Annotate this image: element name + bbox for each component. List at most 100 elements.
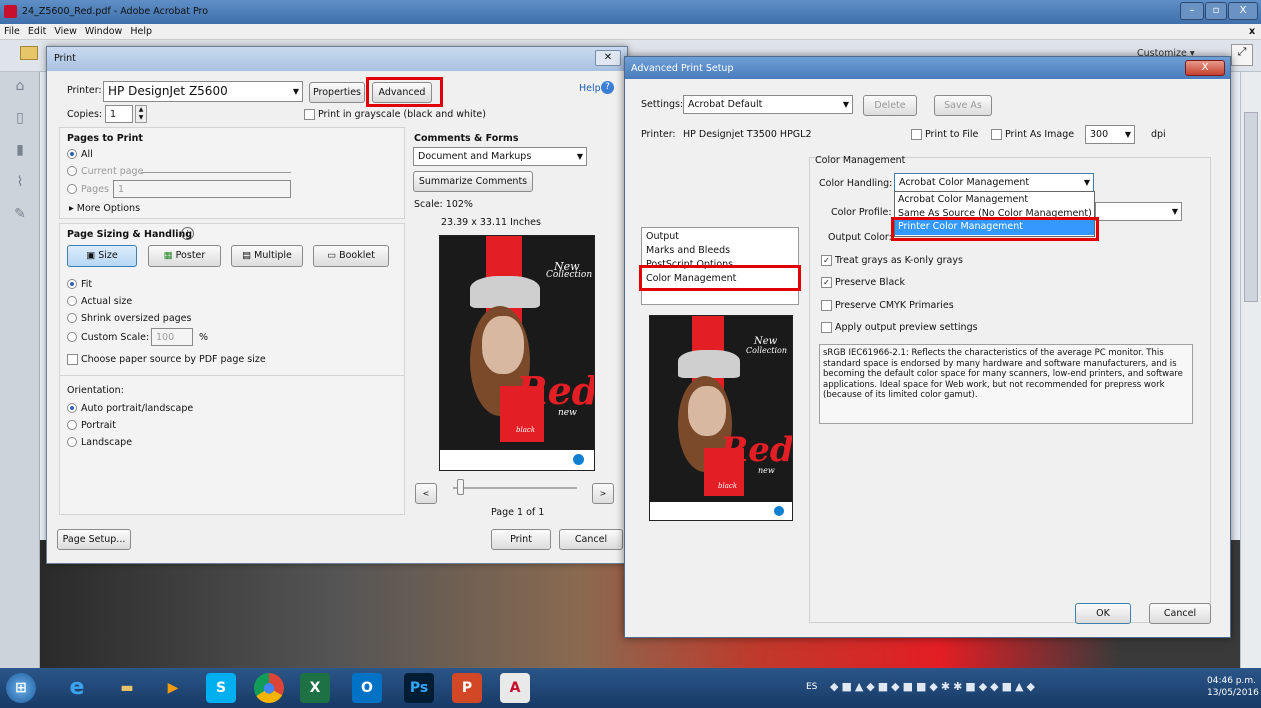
advanced-close-button[interactable]: X	[1185, 60, 1225, 76]
poster-new2-text: new	[558, 408, 577, 418]
clock-date[interactable]: 13/05/2016	[1207, 688, 1259, 698]
booklet-icon: ▭	[327, 250, 340, 261]
page-size-label: 23.39 x 33.11 Inches	[441, 217, 541, 228]
expand-icon[interactable]: ⤢	[1231, 44, 1253, 66]
poster-footer	[440, 450, 594, 470]
language-indicator[interactable]: ES	[806, 682, 817, 692]
printer-select[interactable]: HP DesignJet Z5600 ▼	[103, 81, 303, 102]
scroll-thumb[interactable]	[1244, 112, 1258, 302]
settings-select[interactable]: Acrobat Default ▼	[683, 95, 853, 114]
current-page-radio[interactable]	[67, 166, 77, 176]
print-close-button[interactable]: ✕	[595, 50, 621, 66]
save-as-button[interactable]: Save As	[934, 95, 992, 116]
minimize-button[interactable]: –	[1180, 2, 1204, 20]
chrome-icon[interactable]: ●	[254, 673, 284, 703]
nav-output[interactable]: Output	[646, 231, 679, 242]
grayscale-checkbox[interactable]	[304, 109, 315, 120]
multiple-button[interactable]: ▤ Multiple	[231, 245, 303, 267]
page-sizing-title: Page Sizing & Handling	[67, 229, 193, 240]
prev-page-button[interactable]: <	[415, 483, 437, 504]
custom-scale-field[interactable]: 100	[151, 328, 193, 346]
shrink-radio[interactable]	[67, 313, 77, 323]
maximize-button[interactable]: ▫	[1205, 2, 1227, 20]
output-color-label: Output Color:	[828, 232, 892, 243]
attachment-icon[interactable]: ⌇	[12, 174, 28, 190]
doc-close-button[interactable]: x	[1245, 24, 1259, 39]
dropdown-option-acrobat[interactable]: Acrobat Color Management	[898, 194, 1028, 205]
pages-field[interactable]: 1	[113, 180, 291, 198]
chevron-down-icon: ▼	[292, 87, 299, 96]
help-icon[interactable]: ?	[601, 81, 614, 94]
bookmark-icon[interactable]: ▮	[12, 142, 28, 158]
properties-button[interactable]: Properties	[309, 82, 365, 103]
more-options-toggle[interactable]: ▸ More Options	[69, 203, 140, 214]
excel-icon[interactable]: X	[300, 673, 330, 703]
ok-button[interactable]: OK	[1075, 603, 1131, 624]
actual-size-radio[interactable]	[67, 296, 77, 306]
color-handling-select[interactable]: Acrobat Color Management ▼	[894, 173, 1094, 192]
home-icon[interactable]: ⌂	[12, 78, 28, 94]
dpi-select[interactable]: 300 ▼	[1085, 125, 1135, 144]
explorer-icon[interactable]: ▬	[112, 673, 142, 703]
size-button[interactable]: ▣ Size	[67, 245, 137, 267]
close-button[interactable]: X	[1228, 2, 1258, 20]
all-radio[interactable]	[67, 149, 77, 159]
settings-label: Settings:	[641, 99, 684, 110]
print-button[interactable]: Print	[491, 529, 551, 550]
poster-button[interactable]: ▦ Poster	[148, 245, 221, 267]
powerpoint-icon[interactable]: P	[452, 673, 482, 703]
summarize-comments-button[interactable]: Summarize Comments	[413, 171, 533, 192]
pages-value: 1	[118, 184, 125, 195]
page-setup-button[interactable]: Page Setup...	[57, 529, 131, 550]
clock-time[interactable]: 04:46 p.m.	[1207, 676, 1256, 686]
info-icon[interactable]: i	[181, 227, 194, 240]
pages-label: Pages	[81, 184, 109, 195]
preserve-black-checkbox[interactable]: ✓	[821, 277, 832, 288]
menu-file[interactable]: File	[0, 24, 24, 39]
open-folder-icon[interactable]	[20, 46, 38, 60]
print-to-file-checkbox[interactable]	[911, 129, 922, 140]
auto-orientation-radio[interactable]	[67, 403, 77, 413]
ie-icon[interactable]: e	[62, 673, 92, 703]
portrait-radio[interactable]	[67, 420, 77, 430]
photoshop-icon[interactable]: Ps	[404, 673, 434, 703]
print-as-image-checkbox[interactable]	[991, 129, 1002, 140]
next-page-button[interactable]: >	[592, 483, 614, 504]
apply-preview-checkbox[interactable]	[821, 322, 832, 333]
hp-logo-icon	[774, 506, 784, 516]
menu-window[interactable]: Window	[81, 24, 126, 39]
custom-scale-radio[interactable]	[67, 332, 77, 342]
copies-field[interactable]: 1	[105, 105, 133, 123]
fit-radio[interactable]	[67, 279, 77, 289]
menu-edit[interactable]: Edit	[24, 24, 50, 39]
preserve-cmyk-checkbox[interactable]	[821, 300, 832, 311]
nav-marks-bleeds[interactable]: Marks and Bleeds	[646, 245, 730, 256]
menu-help[interactable]: Help	[126, 24, 156, 39]
start-icon[interactable]: ⊞	[6, 673, 36, 703]
acrobat-icon[interactable]: A	[500, 673, 530, 703]
delete-button[interactable]: Delete	[863, 95, 917, 116]
copies-stepper[interactable]: ▲ ▼	[135, 105, 147, 123]
page-slider[interactable]	[453, 487, 577, 489]
tray-icons[interactable]: ◆■▲◆■◆■■◆✱✱■◆◆■▲◆	[830, 680, 1038, 693]
adv-cancel-button[interactable]: Cancel	[1149, 603, 1211, 624]
help-link[interactable]: Help	[579, 83, 601, 94]
paper-source-checkbox[interactable]	[67, 354, 78, 365]
comments-select[interactable]: Document and Markups ▼	[413, 147, 587, 166]
media-icon[interactable]: ▶	[158, 673, 188, 703]
slider-thumb[interactable]	[457, 479, 464, 495]
menu-view[interactable]: View	[50, 24, 81, 39]
print-dialog-titlebar: Print ✕	[47, 47, 627, 71]
signature-icon[interactable]: ✎	[12, 206, 28, 222]
pages-icon[interactable]: ▯	[12, 110, 28, 126]
print-as-image-label: Print As Image	[1005, 129, 1075, 140]
cancel-button[interactable]: Cancel	[559, 529, 623, 550]
outlook-icon[interactable]: O	[352, 673, 382, 703]
skype-icon[interactable]: S	[206, 673, 236, 703]
booklet-button[interactable]: ▭ Booklet	[313, 245, 389, 267]
treat-grays-checkbox[interactable]: ✓	[821, 255, 832, 266]
scrollbar[interactable]	[1240, 72, 1261, 668]
pages-radio[interactable]	[67, 184, 77, 194]
color-profile-select[interactable]: ▼	[1095, 202, 1182, 221]
landscape-radio[interactable]	[67, 437, 77, 447]
